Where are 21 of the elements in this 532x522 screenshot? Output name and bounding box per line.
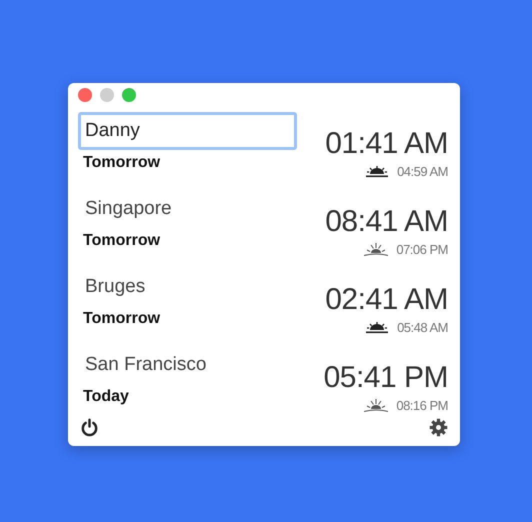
clock-time: 01:41 AM xyxy=(325,126,448,162)
sun-time: 08:16 PM xyxy=(396,398,448,413)
day-label: Today xyxy=(82,388,129,406)
power-icon[interactable] xyxy=(80,418,99,437)
zoom-button[interactable] xyxy=(122,88,136,102)
settings-icon[interactable] xyxy=(429,418,448,437)
clock-time: 05:41 PM xyxy=(324,360,448,396)
sun-time: 05:48 AM xyxy=(397,320,448,335)
minimize-button[interactable] xyxy=(100,88,114,102)
clock-time: 02:41 AM xyxy=(325,282,448,318)
sun-time: 04:59 AM xyxy=(397,164,448,179)
day-label: Tomorrow xyxy=(82,310,160,328)
sun-time: 07:06 PM xyxy=(396,242,448,257)
city-name: Singapore xyxy=(84,197,173,221)
name-input[interactable]: Danny xyxy=(78,112,297,150)
city-name: Bruges xyxy=(84,275,146,299)
clock-time: 08:41 AM xyxy=(325,204,448,240)
city-name: San Francisco xyxy=(84,353,208,377)
close-button[interactable] xyxy=(78,88,92,102)
day-label: Tomorrow xyxy=(82,232,160,250)
day-label: Tomorrow xyxy=(82,154,160,172)
